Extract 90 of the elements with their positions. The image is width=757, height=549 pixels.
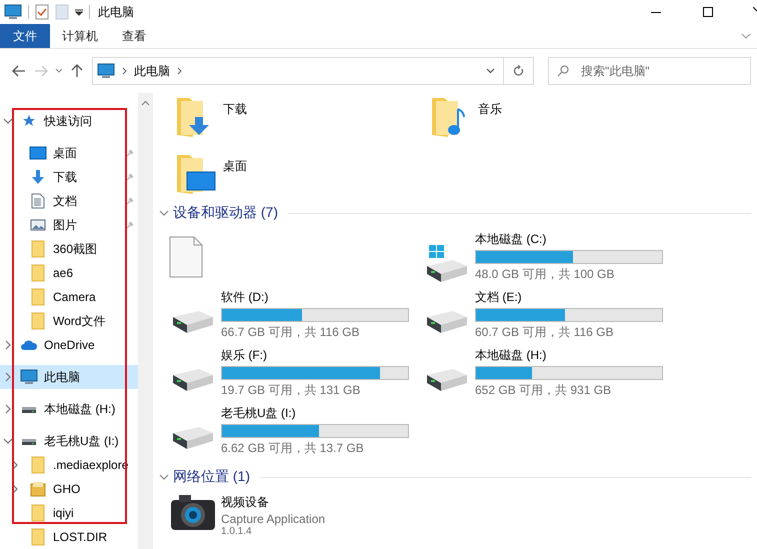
desktop-icon	[29, 146, 47, 160]
chevron-right-icon[interactable]	[3, 340, 13, 350]
free-space-text: 19.7 GB 可用，共 131 GB	[221, 382, 362, 399]
address-bar[interactable]: 此电脑	[92, 57, 504, 85]
folder-item[interactable]: 桌面	[175, 152, 430, 196]
ribbon-tab[interactable]: 查看	[110, 24, 158, 48]
expand-ribbon-icon[interactable]	[741, 32, 751, 40]
star-icon	[22, 114, 36, 128]
sidebar-item[interactable]: OneDrive	[0, 333, 138, 357]
back-arrow-icon	[12, 65, 26, 77]
chevron-down-icon[interactable]	[159, 472, 169, 482]
device-description: Capture Application	[221, 512, 326, 526]
sidebar-item[interactable]: 本地磁盘 (H:)	[0, 397, 138, 421]
chevron-down-icon	[55, 68, 63, 74]
folder-item[interactable]: 音乐	[430, 95, 757, 139]
sidebar-item[interactable]: 360截图	[0, 237, 138, 261]
sidebar-item[interactable]: 文档	[0, 189, 138, 213]
camera-icon	[169, 492, 217, 532]
cloud-icon	[20, 339, 38, 351]
folder-icon	[31, 528, 45, 546]
sidebar-item[interactable]: 此电脑	[0, 365, 138, 389]
pin-icon[interactable]	[126, 197, 134, 205]
folder-icon	[31, 312, 45, 330]
folder-icon	[31, 456, 45, 474]
picture-icon	[30, 218, 46, 232]
folder-icon	[30, 481, 46, 497]
section-header[interactable]: 网络位置 (1)	[173, 468, 250, 486]
folder-icon	[31, 504, 45, 522]
drive-name: 本地磁盘 (H:)	[475, 347, 548, 364]
folder-icon	[31, 240, 45, 258]
free-space-text: 652 GB 可用，共 931 GB	[475, 382, 612, 399]
download-arrow-icon	[30, 169, 46, 185]
sidebar-item[interactable]: 下载	[0, 165, 138, 189]
chevron-right-icon[interactable]	[3, 372, 13, 382]
dropdown-caret-icon[interactable]	[75, 8, 83, 16]
chevron-right-icon[interactable]	[177, 67, 182, 75]
blank-file-icon	[169, 236, 203, 278]
maximize-icon	[703, 7, 713, 17]
sidebar-item[interactable]: 桌面	[0, 141, 138, 165]
sidebar-item[interactable]: iqiyi	[0, 501, 138, 525]
free-space-text: 66.7 GB 可用，共 116 GB	[221, 324, 360, 341]
free-space-text: 6.62 GB 可用，共 13.7 GB	[221, 440, 365, 457]
drive-name: 老毛桃U盘 (I:)	[221, 405, 297, 422]
chevron-down-icon[interactable]	[159, 208, 169, 218]
drive-name: 本地磁盘 (C:)	[475, 231, 548, 248]
search-icon	[557, 65, 569, 77]
pin-icon[interactable]	[126, 173, 134, 181]
computer-icon	[97, 63, 115, 79]
chevron-down-icon[interactable]	[3, 436, 13, 446]
ribbon-tab[interactable]: 计算机	[50, 24, 110, 48]
checklist-icon[interactable]	[35, 4, 49, 20]
drive-name: 文档 (E:)	[475, 289, 523, 306]
refresh-icon	[513, 65, 524, 77]
sidebar-item[interactable]: 快速访问	[0, 109, 138, 133]
sidebar-item[interactable]: 图片	[0, 213, 138, 237]
sidebar-item[interactable]: LOST.DIR	[0, 525, 138, 549]
sidebar-item[interactable]: ae6	[0, 261, 138, 285]
scroll-up-icon[interactable]	[141, 99, 150, 107]
free-space-text: 60.7 GB 可用，共 116 GB	[475, 324, 614, 341]
section-header[interactable]: 设备和驱动器 (7)	[173, 204, 278, 222]
sidebar-item[interactable]: 老毛桃U盘 (I:)	[0, 429, 138, 453]
drive-icon	[21, 404, 37, 414]
folder-icon	[31, 264, 45, 282]
sidebar-item[interactable]: Camera	[0, 285, 138, 309]
up-arrow-icon	[71, 64, 83, 78]
chevron-down-icon[interactable]	[3, 116, 13, 126]
device-name: 视频设备	[221, 494, 270, 511]
search-field[interactable]: 搜索"此电脑"	[548, 57, 751, 85]
free-space-text: 48.0 GB 可用，共 100 GB	[475, 266, 616, 283]
window-title: 此电脑	[98, 4, 134, 20]
computer-icon	[20, 369, 38, 385]
breadcrumb-item[interactable]: 此电脑	[134, 62, 170, 80]
desktop-folder-icon	[175, 152, 217, 196]
pin-icon[interactable]	[126, 149, 134, 157]
pin-icon[interactable]	[126, 221, 134, 229]
chevron-down-icon[interactable]	[486, 68, 494, 74]
folder-icon	[31, 288, 45, 306]
drive-name: 软件 (D:)	[221, 289, 270, 306]
chevron-right-icon[interactable]	[3, 404, 13, 414]
sidebar-item[interactable]: GHO	[0, 477, 138, 501]
device-version: 1.0.1.4	[221, 527, 253, 537]
chevron-right-icon[interactable]	[122, 67, 127, 75]
sidebar-item[interactable]: Word文件	[0, 309, 138, 333]
folder-item[interactable]: 下载	[175, 95, 430, 139]
ribbon-tab[interactable]: 文件	[0, 24, 50, 48]
refresh-button[interactable]	[504, 57, 534, 85]
drive-name: 娱乐 (F:)	[221, 347, 268, 364]
computer-icon	[4, 4, 22, 20]
drive-icon	[21, 436, 37, 446]
document-icon	[31, 193, 45, 209]
